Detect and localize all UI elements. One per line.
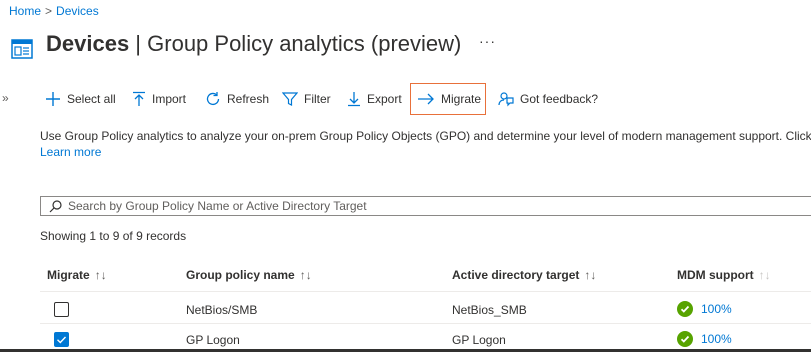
checkmark-circle-icon [677, 331, 693, 347]
breadcrumb-devices-link[interactable]: Devices [56, 4, 99, 18]
column-header-group-policy-name[interactable]: Group policy name ↑↓ [186, 268, 312, 282]
column-header-active-directory-target-label: Active directory target [452, 268, 580, 282]
group-policy-name-cell[interactable]: GP Logon [186, 333, 240, 347]
plus-icon [46, 92, 60, 106]
more-options-button[interactable]: ··· [479, 33, 496, 49]
feedback-icon [498, 92, 514, 107]
devices-blade-icon [11, 39, 33, 59]
migrate-button[interactable]: Migrate [410, 83, 486, 115]
filter-icon [282, 92, 298, 106]
refresh-label: Refresh [227, 92, 270, 106]
column-header-migrate[interactable]: Migrate ↑↓ [47, 268, 107, 282]
migrate-label: Migrate [441, 92, 482, 106]
mdm-support-cell[interactable]: 100% [677, 331, 732, 347]
page-title-separator: | [129, 31, 148, 56]
feedback-label: Got feedback? [520, 92, 599, 106]
learn-more-link[interactable]: Learn more [40, 145, 101, 159]
row-checkbox[interactable] [54, 302, 69, 317]
search-icon [49, 199, 62, 212]
column-header-group-policy-name-label: Group policy name [186, 268, 295, 282]
import-label: Import [152, 92, 187, 106]
sort-icon: ↑↓ [758, 268, 771, 282]
filter-label: Filter [304, 92, 331, 106]
column-header-active-directory-target[interactable]: Active directory target ↑↓ [452, 268, 596, 282]
mdm-support-cell[interactable]: 100% [677, 301, 732, 317]
import-icon [133, 91, 145, 106]
table-row-divider [40, 323, 811, 324]
active-directory-target-cell: NetBios_SMB [452, 303, 527, 317]
refresh-button[interactable]: Refresh [205, 84, 269, 114]
select-all-label: Select all [67, 92, 116, 106]
column-header-migrate-label: Migrate [47, 268, 90, 282]
group-policy-name-cell[interactable]: NetBios/SMB [186, 303, 257, 317]
export-label: Export [367, 92, 402, 106]
breadcrumb-separator: > [45, 4, 53, 18]
mdm-support-value: 100% [701, 332, 732, 346]
breadcrumb-home-link[interactable]: Home [9, 4, 41, 18]
records-count: Showing 1 to 9 of 9 records [40, 229, 187, 243]
checkmark-circle-icon [677, 301, 693, 317]
page-title-bold: Devices [46, 31, 130, 56]
table-divider [40, 291, 811, 292]
sort-icon: ↑↓ [299, 268, 312, 282]
search-input[interactable] [68, 199, 768, 213]
refresh-icon [206, 92, 220, 106]
feedback-button[interactable]: Got feedback? [498, 84, 598, 114]
sort-icon: ↑↓ [584, 268, 597, 282]
breadcrumb: Home > Devices [9, 4, 99, 18]
page-title: Devices | Group Policy analytics (previe… [46, 31, 461, 57]
column-header-mdm-support[interactable]: MDM support ↑↓ [677, 268, 771, 282]
active-directory-target-cell: GP Logon [452, 333, 506, 347]
mdm-support-value: 100% [701, 302, 732, 316]
export-icon [348, 92, 360, 107]
export-button[interactable]: Export [347, 84, 402, 114]
import-button[interactable]: Import [132, 84, 186, 114]
row-checkbox-checked[interactable] [54, 332, 69, 347]
checkmark-icon [57, 336, 67, 344]
sort-icon: ↑↓ [94, 268, 107, 282]
column-header-mdm-support-label: MDM support [677, 268, 754, 282]
expand-menu-button[interactable]: » [2, 91, 9, 105]
filter-button[interactable]: Filter [282, 84, 331, 114]
search-box[interactable] [40, 196, 811, 216]
arrow-right-icon [418, 93, 434, 105]
page-title-subtitle: Group Policy analytics (preview) [147, 31, 462, 56]
description: Use Group Policy analytics to analyze yo… [40, 128, 811, 160]
description-text: Use Group Policy analytics to analyze yo… [40, 129, 811, 143]
select-all-button[interactable]: Select all [45, 84, 116, 114]
